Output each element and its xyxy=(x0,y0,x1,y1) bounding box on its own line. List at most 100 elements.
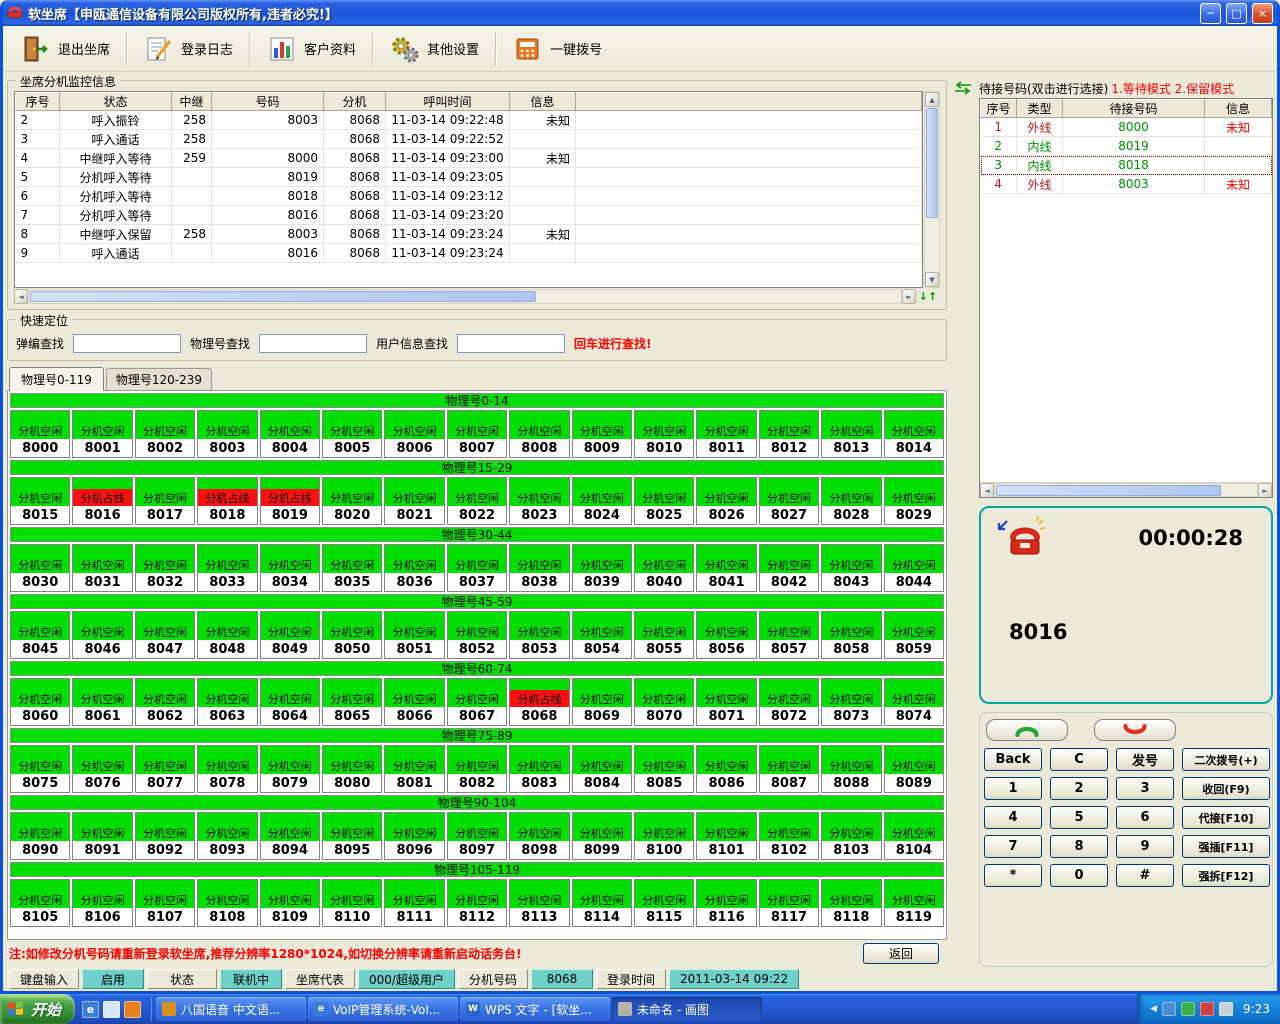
monitor-row[interactable]: 7分机呼入等待8016806811-03-14 09:23:20 xyxy=(16,206,922,225)
extension-cell-8079[interactable]: 分机空闲8079 xyxy=(260,745,320,793)
extension-cell-8018[interactable]: 分机占线8018 xyxy=(197,477,257,525)
extension-cell-8085[interactable]: 分机空闲8085 xyxy=(634,745,694,793)
monitor-row[interactable]: 3呼入通话258806811-03-14 09:22:52 xyxy=(16,130,922,149)
extension-cell-8032[interactable]: 分机空闲8032 xyxy=(135,544,195,592)
taskbar-task[interactable]: 八国语音 中文语... xyxy=(156,997,306,1021)
extension-cell-8002[interactable]: 分机空闲8002 xyxy=(135,410,195,458)
extension-cell-8025[interactable]: 分机空闲8025 xyxy=(634,477,694,525)
extension-cell-8100[interactable]: 分机空闲8100 xyxy=(634,812,694,860)
extension-cell-8039[interactable]: 分机空闲8039 xyxy=(572,544,632,592)
extension-cell-8046[interactable]: 分机空闲8046 xyxy=(72,611,132,659)
scrollbar-thumb[interactable] xyxy=(926,108,938,218)
monitor-vertical-scrollbar[interactable]: ▲ ▼ xyxy=(924,91,940,288)
swap-arrows-icon[interactable] xyxy=(952,80,974,99)
extension-cell-8037[interactable]: 分机空闲8037 xyxy=(447,544,507,592)
extension-cell-8114[interactable]: 分机空闲8114 xyxy=(572,879,632,927)
ie-icon[interactable]: e xyxy=(82,1001,99,1018)
extension-cell-8044[interactable]: 分机空闲8044 xyxy=(884,544,944,592)
extension-cell-8065[interactable]: 分机空闲8065 xyxy=(322,678,382,726)
keypad-button[interactable]: 5 xyxy=(1050,806,1108,829)
extension-cell-8113[interactable]: 分机空闲8113 xyxy=(509,879,569,927)
taskbar-task[interactable]: eVoIP管理系统-VoI... xyxy=(308,997,458,1021)
extension-cell-8008[interactable]: 分机空闲8008 xyxy=(509,410,569,458)
extension-cell-8022[interactable]: 分机空闲8022 xyxy=(447,477,507,525)
extension-cell-8108[interactable]: 分机空闲8108 xyxy=(197,879,257,927)
extension-cell-8061[interactable]: 分机空闲8061 xyxy=(72,678,132,726)
extension-cell-8020[interactable]: 分机空闲8020 xyxy=(322,477,382,525)
extension-cell-8106[interactable]: 分机空闲8106 xyxy=(72,879,132,927)
monitor-row[interactable]: 8中继呼入保留2588003806811-03-14 09:23:24未知 xyxy=(16,225,922,244)
extension-cell-8033[interactable]: 分机空闲8033 xyxy=(197,544,257,592)
exit-agent-button[interactable]: 退出坐席 xyxy=(9,30,122,68)
volume-icon[interactable] xyxy=(1219,1002,1233,1016)
extension-cell-8067[interactable]: 分机空闲8067 xyxy=(447,678,507,726)
scroll-left-icon[interactable]: ◄ xyxy=(14,289,28,304)
extension-cell-8004[interactable]: 分机空闲8004 xyxy=(260,410,320,458)
scroll-right-icon[interactable]: ► xyxy=(1258,483,1272,498)
scrollbar-thumb[interactable] xyxy=(30,291,536,302)
extension-cell-8093[interactable]: 分机空闲8093 xyxy=(197,812,257,860)
extension-cell-8057[interactable]: 分机空闲8057 xyxy=(759,611,819,659)
keypad-button[interactable]: 8 xyxy=(1050,835,1108,858)
extension-cell-8052[interactable]: 分机空闲8052 xyxy=(447,611,507,659)
answer-button[interactable] xyxy=(986,719,1068,741)
extension-cell-8111[interactable]: 分机空闲8111 xyxy=(384,879,444,927)
extension-cell-8043[interactable]: 分机空闲8043 xyxy=(821,544,881,592)
keypad-button[interactable]: 2 xyxy=(1050,777,1108,800)
extension-cell-8007[interactable]: 分机空闲8007 xyxy=(447,410,507,458)
extension-cell-8036[interactable]: 分机空闲8036 xyxy=(384,544,444,592)
extension-cell-8060[interactable]: 分机空闲8060 xyxy=(10,678,70,726)
extension-cell-8040[interactable]: 分机空闲8040 xyxy=(634,544,694,592)
extension-cell-8054[interactable]: 分机空闲8054 xyxy=(572,611,632,659)
extension-cell-8088[interactable]: 分机空闲8088 xyxy=(821,745,881,793)
extension-cell-8045[interactable]: 分机空闲8045 xyxy=(10,611,70,659)
extension-cell-8119[interactable]: 分机空闲8119 xyxy=(884,879,944,927)
extension-cell-8099[interactable]: 分机空闲8099 xyxy=(572,812,632,860)
extension-cell-8071[interactable]: 分机空闲8071 xyxy=(696,678,756,726)
extension-cell-8029[interactable]: 分机空闲8029 xyxy=(884,477,944,525)
user-info-search-input[interactable] xyxy=(457,334,565,353)
extension-cell-8103[interactable]: 分机空闲8103 xyxy=(821,812,881,860)
extension-cell-8074[interactable]: 分机空闲8074 xyxy=(884,678,944,726)
scroll-left-icon[interactable]: ◄ xyxy=(980,483,994,498)
extension-cell-8075[interactable]: 分机空闲8075 xyxy=(10,745,70,793)
extension-cell-8041[interactable]: 分机空闲8041 xyxy=(696,544,756,592)
code-search-input[interactable] xyxy=(73,334,181,353)
display-icon[interactable] xyxy=(1162,1002,1176,1016)
extension-cell-8101[interactable]: 分机空闲8101 xyxy=(696,812,756,860)
extension-cell-8105[interactable]: 分机空闲8105 xyxy=(10,879,70,927)
wait-row[interactable]: 1外线8000未知 xyxy=(981,118,1272,137)
minimize-button[interactable]: ─ xyxy=(1200,3,1221,24)
back-button[interactable]: 返回 xyxy=(863,943,939,964)
extension-cell-8053[interactable]: 分机空闲8053 xyxy=(509,611,569,659)
monitor-row[interactable]: 2呼入振铃2588003806811-03-14 09:22:48未知 xyxy=(16,111,922,130)
extension-cell-8024[interactable]: 分机空闲8024 xyxy=(572,477,632,525)
extension-cell-8059[interactable]: 分机空闲8059 xyxy=(884,611,944,659)
extension-cell-8084[interactable]: 分机空闲8084 xyxy=(572,745,632,793)
extension-cell-8090[interactable]: 分机空闲8090 xyxy=(10,812,70,860)
taskbar-task[interactable]: 未命名 - 画图 xyxy=(612,997,762,1021)
show-desktop-icon[interactable] xyxy=(103,1001,120,1018)
close-button[interactable]: × xyxy=(1252,3,1273,24)
extension-cell-8012[interactable]: 分机空闲8012 xyxy=(759,410,819,458)
extension-cell-8027[interactable]: 分机空闲8027 xyxy=(759,477,819,525)
extension-cell-8011[interactable]: 分机空闲8011 xyxy=(696,410,756,458)
monitor-row[interactable]: 4中继呼入等待2598000806811-03-14 09:23:00未知 xyxy=(16,149,922,168)
extension-cell-8001[interactable]: 分机空闲8001 xyxy=(72,410,132,458)
extension-cell-8042[interactable]: 分机空闲8042 xyxy=(759,544,819,592)
extension-cell-8082[interactable]: 分机空闲8082 xyxy=(447,745,507,793)
scroll-down-icon[interactable]: ▼ xyxy=(925,272,939,287)
extension-cell-8080[interactable]: 分机空闲8080 xyxy=(322,745,382,793)
extension-cell-8010[interactable]: 分机空闲8010 xyxy=(634,410,694,458)
extension-cell-8051[interactable]: 分机空闲8051 xyxy=(384,611,444,659)
extension-cell-8086[interactable]: 分机空闲8086 xyxy=(696,745,756,793)
keypad-button[interactable]: 强插[F11] xyxy=(1182,835,1270,858)
extension-cell-8117[interactable]: 分机空闲8117 xyxy=(759,879,819,927)
extension-cell-8112[interactable]: 分机空闲8112 xyxy=(447,879,507,927)
keypad-button[interactable]: Back xyxy=(984,748,1042,771)
extension-cell-8091[interactable]: 分机空闲8091 xyxy=(72,812,132,860)
keypad-button[interactable]: 6 xyxy=(1116,806,1174,829)
other-settings-button[interactable]: 其他设置 xyxy=(378,30,491,68)
keypad-button[interactable]: 强拆[F12] xyxy=(1182,864,1270,887)
extension-cell-8021[interactable]: 分机空闲8021 xyxy=(384,477,444,525)
